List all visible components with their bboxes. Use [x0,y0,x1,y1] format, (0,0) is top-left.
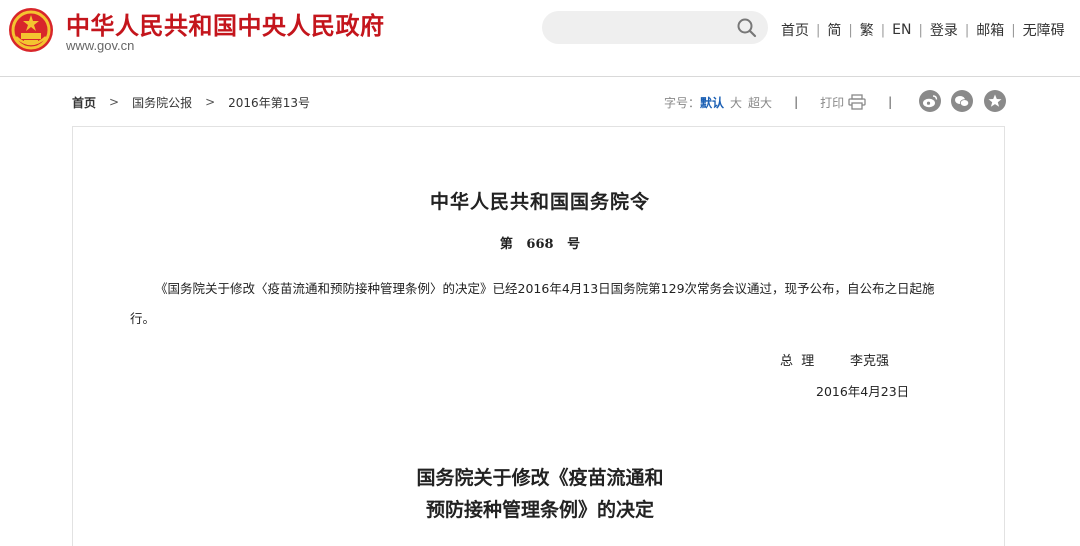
divider: | [816,22,821,38]
font-size-label: 字号： [664,95,701,110]
weibo-icon[interactable] [919,90,941,112]
order-number: 第 668 号 [499,237,581,252]
printer-icon [848,94,866,110]
top-link-mail[interactable]: 邮箱 [976,20,1004,40]
breadcrumb: 首页 > 国务院公报 > 2016年第13号 [72,93,310,111]
favorite-star-icon[interactable] [984,90,1006,112]
chevron-right-icon: > [109,95,120,109]
print-button[interactable]: 打印 [820,94,866,111]
top-link-english[interactable]: EN [892,22,911,38]
font-size-large[interactable]: 大 [730,94,742,111]
top-link-home[interactable]: 首页 [781,20,809,40]
top-link-traditional[interactable]: 繁 [860,20,874,40]
breadcrumb-home[interactable]: 首页 [72,94,96,111]
divider: | [794,95,799,109]
search-input[interactable] [542,11,768,44]
decision-title-line1: 国务院关于修改《疫苗流通和 [416,467,664,489]
divider: | [1011,22,1016,38]
font-size-default[interactable]: 默认 [700,94,724,111]
search-icon[interactable] [736,17,758,39]
font-size-xlarge[interactable]: 超大 [748,94,772,111]
page-tools: 字号： 默认 大 超大 | 打印 | [664,93,914,111]
top-link-login[interactable]: 登录 [930,20,958,40]
signatory-name: 李克强 [850,354,890,369]
divider: | [848,22,853,38]
chevron-right-icon: > [205,95,216,109]
divider: | [918,22,923,38]
breadcrumb-section[interactable]: 国务院公报 [132,94,192,111]
document-paragraph: 《国务院关于修改〈疫苗流通和预防接种管理条例〉的决定》已经2016年4月13日国… [130,281,935,326]
divider: | [880,22,886,38]
print-label: 打印 [820,95,845,110]
document-date: 2016年4月23日 [816,384,910,399]
national-emblem-icon[interactable] [8,7,54,53]
site-header: 中华人民共和国中央人民政府 www.gov.cn 首页 | 简 | 繁 | EN… [0,0,1080,77]
top-nav: 首页 | 简 | 繁 | EN | 登录 | 邮箱 | 无障碍 [781,20,1065,40]
breadcrumb-issue[interactable]: 2016年第13号 [228,94,310,111]
decision-title: 国务院关于修改《疫苗流通和 预防接种管理条例》的决定 [0,462,1080,526]
signatory-title: 总 理 [780,354,815,369]
divider: | [964,22,970,38]
decision-title-line2: 预防接种管理条例》的决定 [425,499,654,521]
document-title: 中华人民共和国国务院令 [429,191,650,213]
divider: | [888,95,893,109]
site-title[interactable]: 中华人民共和国中央人民政府 [66,6,385,41]
site-url[interactable]: www.gov.cn [66,38,134,53]
wechat-icon[interactable] [951,90,973,112]
top-link-accessibility[interactable]: 无障碍 [1023,20,1065,40]
top-link-simplified[interactable]: 简 [827,20,841,40]
